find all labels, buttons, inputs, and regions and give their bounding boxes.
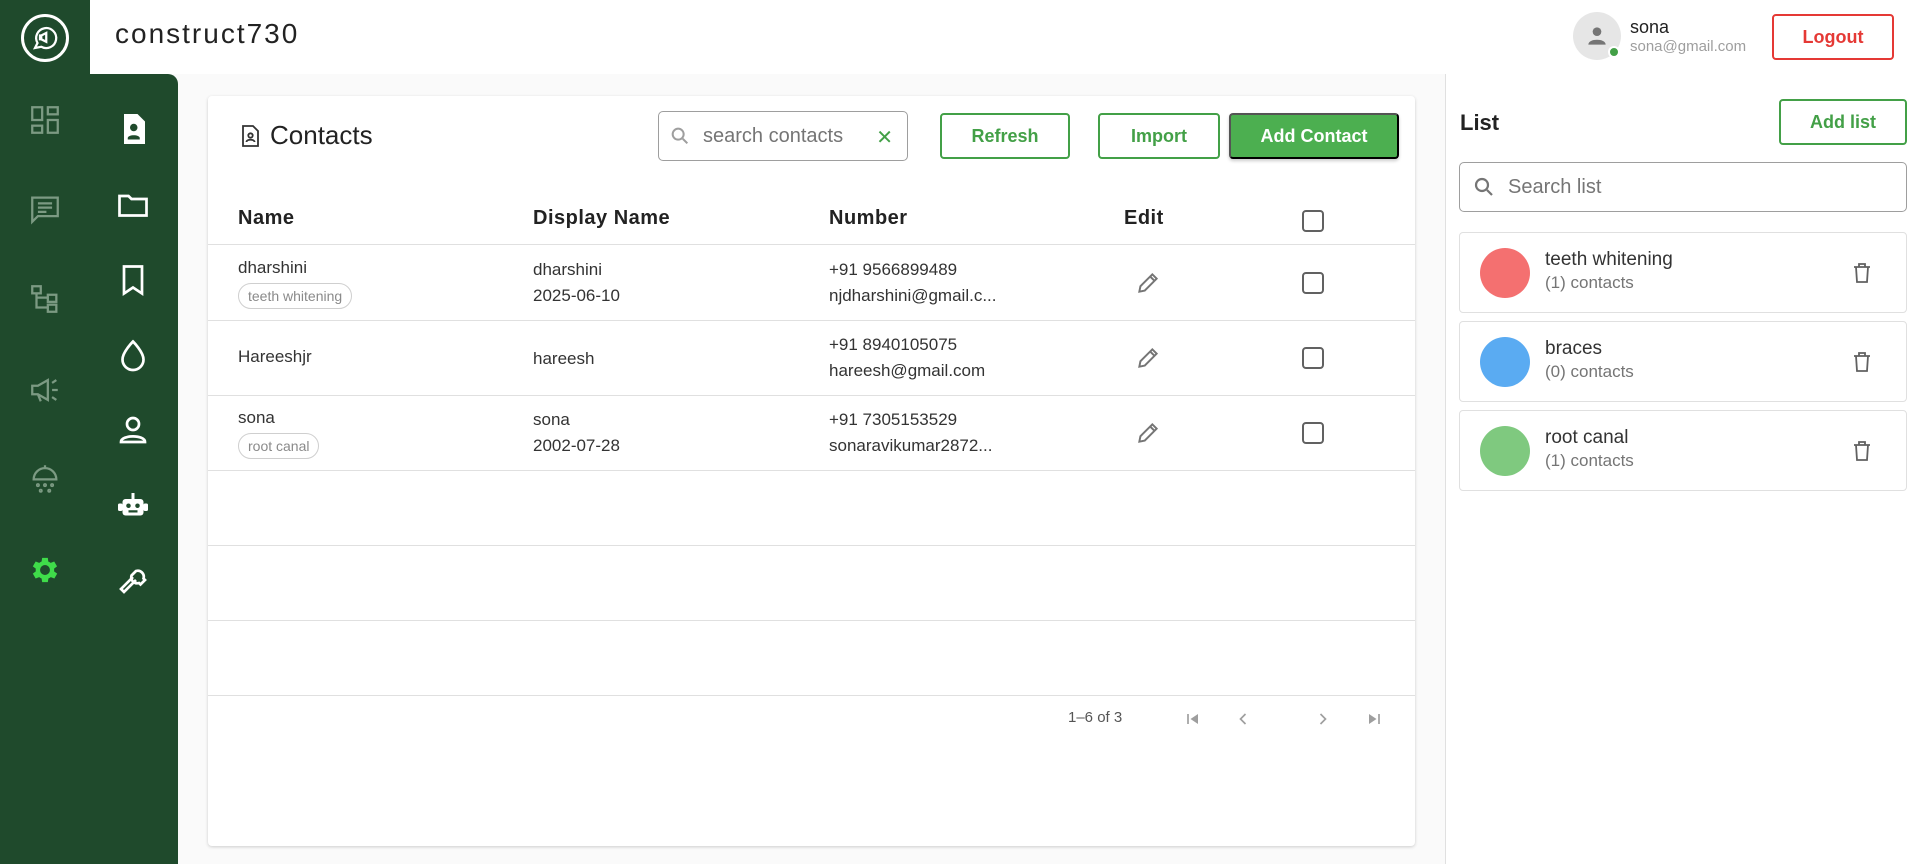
pagination-label: 1–6 of 3 <box>1068 709 1123 726</box>
list-name: braces <box>1545 338 1603 359</box>
list-panel: List Add list teeth whitening (1) contac… <box>1445 74 1919 864</box>
user-email: sona@gmail.com <box>1630 38 1747 55</box>
col-name: Name <box>238 207 295 229</box>
list-panel-title: List <box>1460 110 1500 135</box>
folder-icon[interactable] <box>112 184 154 226</box>
flow-icon[interactable] <box>27 281 63 317</box>
chat-icon[interactable] <box>27 191 63 227</box>
row-checkbox[interactable] <box>1302 422 1324 444</box>
dashboard-icon[interactable] <box>27 102 63 138</box>
contacts-title: Contacts <box>238 120 373 151</box>
contacts-title-text: Contacts <box>270 120 373 150</box>
list-count: (1) contacts <box>1545 273 1634 292</box>
col-edit: Edit <box>1124 207 1164 229</box>
edit-icon[interactable] <box>1133 418 1163 448</box>
list-item[interactable]: root canal (1) contacts <box>1459 410 1907 491</box>
list-name: root canal <box>1545 427 1629 448</box>
list-item[interactable]: braces (0) contacts <box>1459 321 1907 402</box>
main-sidebar <box>0 0 90 864</box>
refresh-button[interactable]: Refresh <box>940 113 1070 159</box>
contact-name: sona <box>238 408 275 427</box>
contact-date: 2002-07-28 <box>533 436 620 455</box>
last-page-icon[interactable] <box>1359 704 1389 734</box>
user-name: sona <box>1630 17 1670 37</box>
contacts-search-input[interactable] <box>703 124 853 148</box>
pagination: 1–6 of 3 <box>208 704 1415 734</box>
contact-display-name: sona <box>533 410 570 429</box>
contact-list-tag: root canal <box>238 433 320 459</box>
search-icon <box>1474 177 1493 196</box>
edit-icon[interactable] <box>1133 268 1163 298</box>
table-row[interactable]: sona root canal sona 2002-07-28 +91 7305… <box>208 396 1415 471</box>
col-display-name: Display Name <box>533 207 671 229</box>
sub-sidebar <box>90 74 178 864</box>
delete-icon[interactable] <box>1848 259 1876 287</box>
contact-name: Hareeshjr <box>238 347 312 366</box>
campaign-icon[interactable] <box>27 372 63 408</box>
select-all-checkbox[interactable] <box>1302 210 1324 232</box>
contacts-icon[interactable] <box>112 108 154 150</box>
contact-date: 2025-06-10 <box>533 286 620 305</box>
table-header: Name Display Name Number Edit <box>208 196 1415 245</box>
app-title: construct730 <box>115 18 300 49</box>
contact-name: dharshini <box>238 258 307 277</box>
row-checkbox[interactable] <box>1302 272 1324 294</box>
edit-icon[interactable] <box>1133 343 1163 373</box>
table-row[interactable]: Hareeshjr hareesh +91 8940105075 hareesh… <box>208 321 1415 396</box>
empty-row <box>208 471 1415 546</box>
list-name: teeth whitening <box>1545 249 1673 270</box>
contact-number: +91 8940105075 <box>829 335 958 354</box>
next-page-icon[interactable] <box>1308 704 1338 734</box>
person-icon[interactable] <box>112 409 154 451</box>
contact-list-tag: teeth whitening <box>238 283 353 309</box>
empty-row <box>208 621 1415 696</box>
add-list-button[interactable]: Add list <box>1779 99 1907 145</box>
broadcast-icon[interactable] <box>27 460 63 496</box>
search-icon <box>671 127 689 145</box>
delete-icon[interactable] <box>1848 437 1876 465</box>
contact-display-name: hareesh <box>533 349 595 368</box>
list-search[interactable] <box>1459 162 1907 212</box>
drop-icon[interactable] <box>112 334 154 376</box>
contact-number: +91 7305153529 <box>829 410 958 429</box>
contact-email: njdharshini@gmail.c... <box>829 286 997 305</box>
settings-icon[interactable] <box>27 552 63 588</box>
contact-number: +91 9566899489 <box>829 260 958 279</box>
bot-icon[interactable] <box>112 484 154 526</box>
add-contact-button[interactable]: Add Contact <box>1229 113 1399 159</box>
prev-page-icon[interactable] <box>1228 704 1258 734</box>
list-item[interactable]: teeth whitening (1) contacts <box>1459 232 1907 313</box>
list-color-dot <box>1480 337 1530 387</box>
table-row[interactable]: dharshini teeth whitening dharshini 2025… <box>208 246 1415 321</box>
app-logo-icon[interactable] <box>21 14 69 62</box>
bookmark-icon[interactable] <box>112 259 154 301</box>
list-count: (0) contacts <box>1545 362 1634 381</box>
user-avatar[interactable] <box>1573 12 1621 60</box>
row-checkbox[interactable] <box>1302 347 1324 369</box>
list-color-dot <box>1480 248 1530 298</box>
logout-button[interactable]: Logout <box>1772 14 1894 60</box>
wrench-icon[interactable] <box>112 559 154 601</box>
clear-search-icon[interactable]: ✕ <box>876 125 893 150</box>
contacts-card: Contacts ✕ Refresh Import Add Contact Na… <box>208 96 1415 846</box>
contact-display-name: dharshini <box>533 260 602 279</box>
online-status-dot <box>1608 46 1620 58</box>
contact-email: hareesh@gmail.com <box>829 361 986 380</box>
list-color-dot <box>1480 426 1530 476</box>
import-button[interactable]: Import <box>1098 113 1220 159</box>
empty-row <box>208 546 1415 621</box>
list-search-input[interactable] <box>1508 175 1888 199</box>
contacts-search[interactable]: ✕ <box>658 111 908 161</box>
contact-email: sonaravikumar2872... <box>829 436 993 455</box>
user-icon <box>1588 27 1606 45</box>
delete-icon[interactable] <box>1848 348 1876 376</box>
first-page-icon[interactable] <box>1178 704 1208 734</box>
col-number: Number <box>829 207 908 229</box>
list-count: (1) contacts <box>1545 451 1634 470</box>
contacts-doc-icon <box>242 124 259 147</box>
